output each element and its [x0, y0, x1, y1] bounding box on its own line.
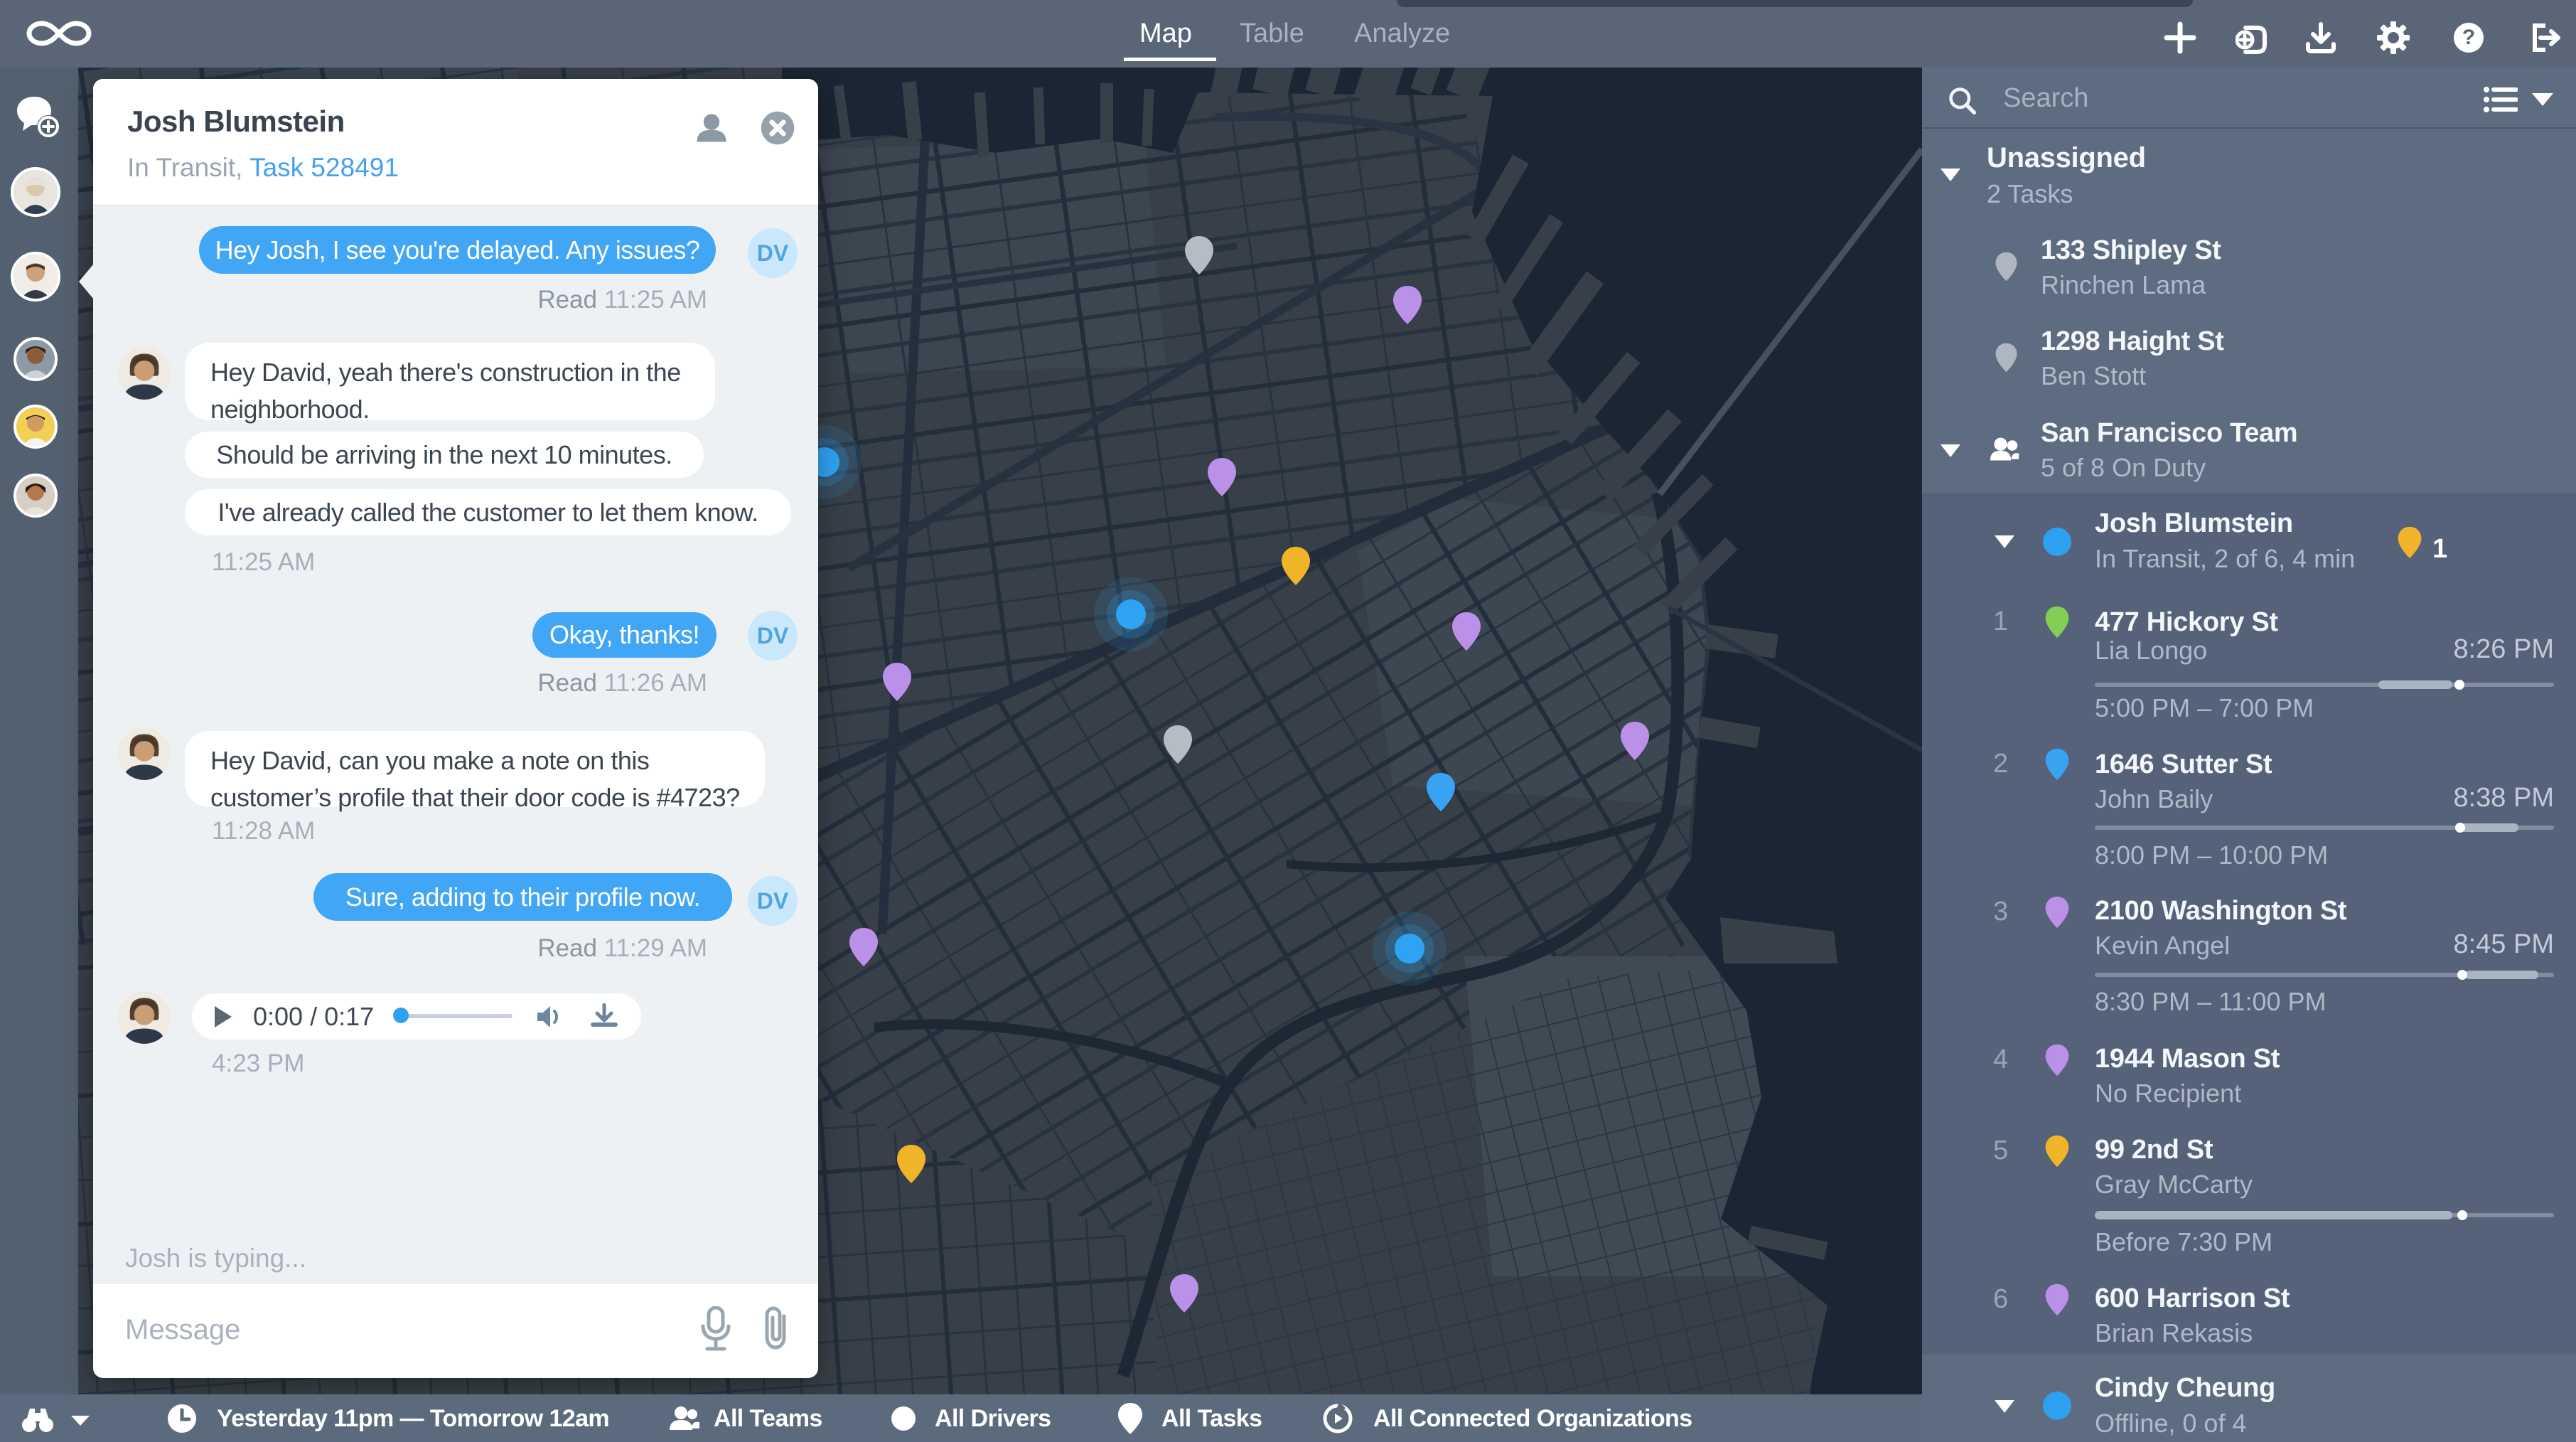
svg-text:?: ?: [2462, 26, 2475, 49]
